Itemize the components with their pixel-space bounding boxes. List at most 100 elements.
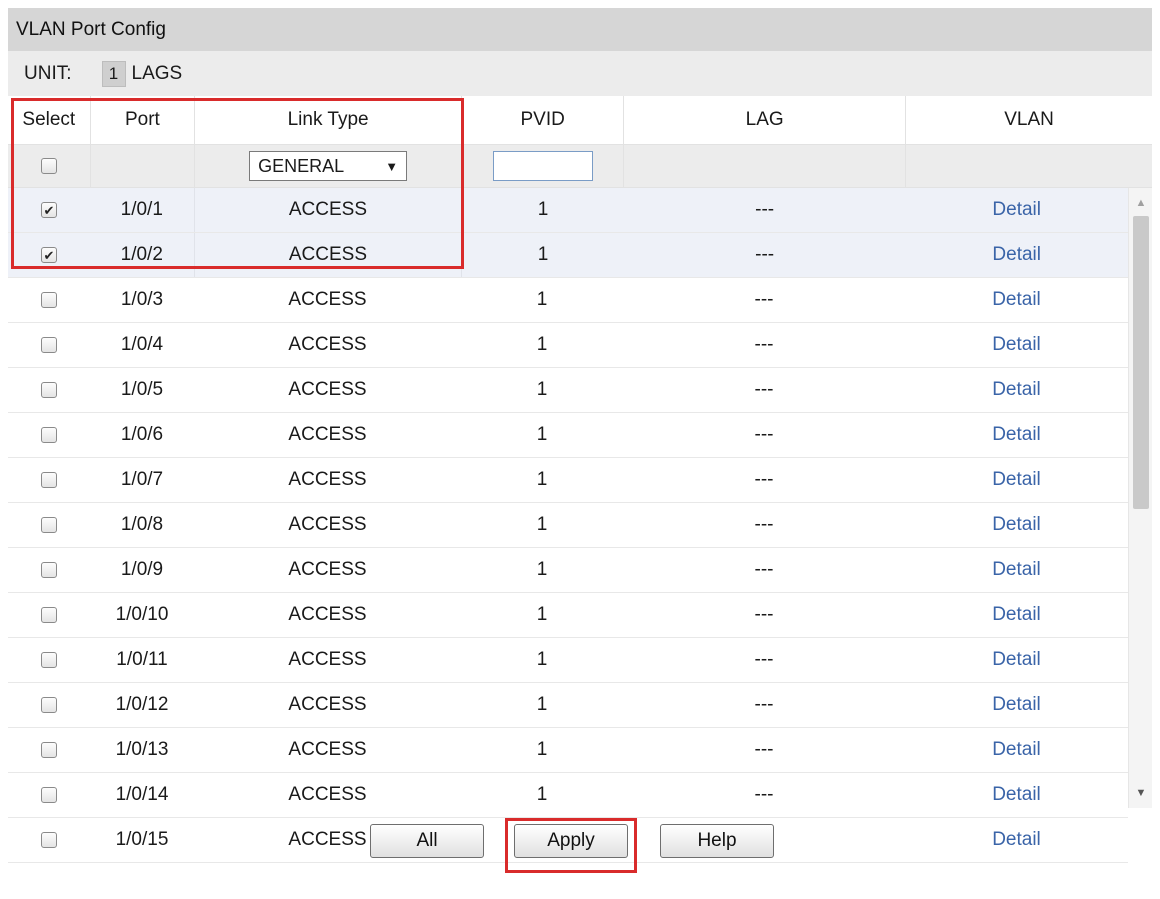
scroll-up-arrow-icon[interactable]: ▲: [1129, 192, 1153, 214]
lag-cell: ---: [754, 334, 774, 355]
row-checkbox[interactable]: [41, 697, 57, 713]
table-row: 1/0/13 ACCESS 1 --- Detail: [8, 728, 1128, 773]
filter-link-type-cell: GENERAL ▼: [195, 145, 463, 187]
pvid-cell: 1: [536, 379, 548, 400]
row-select-cell: [8, 413, 90, 457]
select-all-checkbox[interactable]: [40, 158, 57, 174]
vlan-detail-link[interactable]: Detail: [992, 379, 1041, 401]
help-button[interactable]: Help: [660, 824, 774, 858]
vlan-cell: Detail: [905, 278, 1128, 322]
table-row: 1/0/11 ACCESS 1 --- Detail: [8, 638, 1128, 683]
vlan-cell: Detail: [905, 683, 1128, 727]
row-checkbox[interactable]: [41, 562, 57, 578]
row-checkbox[interactable]: [41, 652, 57, 668]
vlan-detail-link[interactable]: Detail: [992, 469, 1041, 491]
port-cell: 1/0/14: [115, 784, 169, 805]
vlan-detail-link[interactable]: Detail: [992, 649, 1041, 671]
row-select-cell: [8, 458, 90, 502]
vlan-detail-link[interactable]: Detail: [992, 199, 1041, 221]
header-port: Port: [91, 96, 196, 144]
unit-label: UNIT:: [24, 62, 72, 84]
row-checkbox[interactable]: [41, 517, 57, 533]
row-checkbox[interactable]: [41, 427, 57, 443]
row-checkbox-checked[interactable]: ✔: [40, 202, 57, 218]
filter-port-cell: [91, 145, 196, 187]
filter-row: GENERAL ▼: [8, 145, 1152, 188]
vlan-detail-link[interactable]: Detail: [992, 694, 1041, 716]
row-select-cell: [8, 548, 90, 592]
row-select-cell: [8, 278, 90, 322]
row-checkbox-checked[interactable]: ✔: [40, 247, 57, 263]
port-cell: 1/0/8: [120, 514, 164, 535]
port-cell: 1/0/3: [120, 289, 164, 310]
vlan-detail-link[interactable]: Detail: [992, 784, 1041, 806]
table-header: Select Port Link Type PVID LAG VLAN: [8, 96, 1152, 145]
row-select-cell: ✔: [8, 188, 90, 232]
row-select-cell: ✔: [8, 233, 90, 277]
table-row: ✔ 1/0/1 ACCESS 1 --- Detail: [8, 188, 1128, 233]
apply-button[interactable]: Apply: [514, 824, 628, 858]
port-cell: 1/0/4: [120, 334, 164, 355]
link-type-cell: ACCESS: [288, 559, 367, 580]
vlan-cell: Detail: [905, 458, 1128, 502]
vlan-detail-link[interactable]: Detail: [992, 334, 1041, 356]
all-button[interactable]: All: [370, 824, 484, 858]
pvid-cell: 1: [536, 469, 548, 490]
vlan-cell: Detail: [905, 323, 1128, 367]
vlan-detail-link[interactable]: Detail: [992, 739, 1041, 761]
lags-link[interactable]: LAGS: [132, 63, 183, 85]
vlan-detail-link[interactable]: Detail: [992, 514, 1041, 536]
row-checkbox[interactable]: [41, 607, 57, 623]
table-row: 1/0/7 ACCESS 1 --- Detail: [8, 458, 1128, 503]
vlan-detail-link[interactable]: Detail: [992, 604, 1041, 626]
link-type-cell: ACCESS: [195, 233, 463, 277]
link-type-cell: ACCESS: [288, 604, 367, 625]
port-cell: 1/0/7: [120, 469, 164, 490]
vlan-detail-link[interactable]: Detail: [992, 244, 1041, 266]
row-checkbox[interactable]: [41, 742, 57, 758]
port-cell: 1/0/12: [115, 694, 169, 715]
port-cell: 1/0/2: [90, 233, 195, 277]
pvid-cell: 1: [537, 244, 549, 265]
pvid-cell: 1: [536, 289, 548, 310]
pvid-input[interactable]: [492, 151, 593, 181]
pvid-cell: 1: [536, 739, 548, 760]
lag-cell: ---: [754, 694, 774, 715]
scrollbar-thumb[interactable]: [1133, 216, 1149, 509]
row-select-cell: [8, 593, 90, 637]
link-type-select[interactable]: GENERAL ▼: [249, 151, 408, 181]
vlan-detail-link[interactable]: Detail: [992, 424, 1041, 446]
pvid-cell: 1: [536, 334, 548, 355]
filter-vlan-cell: [906, 145, 1152, 187]
select-all-cell: [8, 145, 91, 187]
vlan-detail-link[interactable]: Detail: [992, 559, 1041, 581]
row-select-cell: [8, 773, 90, 817]
port-cell: 1/0/9: [120, 559, 164, 580]
lag-cell: ---: [754, 514, 774, 535]
pvid-cell: 1: [536, 694, 548, 715]
filter-lag-cell: [624, 145, 907, 187]
vlan-port-config-panel: VLAN Port Config UNIT: 1 LAGS Select Por…: [8, 8, 1152, 863]
pvid-cell: 1: [536, 649, 548, 670]
unit-1-button[interactable]: 1: [101, 60, 126, 87]
link-type-cell: ACCESS: [288, 424, 367, 445]
vlan-detail-link[interactable]: Detail: [992, 289, 1041, 311]
row-checkbox[interactable]: [41, 292, 57, 308]
row-checkbox[interactable]: [41, 382, 57, 398]
row-select-cell: [8, 503, 90, 547]
link-type-cell: ACCESS: [288, 379, 367, 400]
link-type-select-value: GENERAL: [258, 155, 345, 176]
table-row: ✔ 1/0/2 ACCESS 1 --- Detail: [8, 233, 1128, 278]
link-type-cell: ACCESS: [288, 739, 367, 760]
unit-bar: UNIT: 1 LAGS: [8, 51, 1152, 96]
table-row: 1/0/5 ACCESS 1 --- Detail: [8, 368, 1128, 413]
row-checkbox[interactable]: [41, 472, 57, 488]
lag-cell: ---: [754, 649, 774, 670]
vlan-cell: Detail: [905, 593, 1128, 637]
lag-cell: ---: [754, 604, 774, 625]
row-checkbox[interactable]: [41, 337, 57, 353]
row-checkbox[interactable]: [41, 787, 57, 803]
scroll-down-arrow-icon[interactable]: ▼: [1129, 782, 1153, 804]
lag-cell: ---: [754, 784, 774, 805]
vertical-scrollbar[interactable]: ▲ ▼: [1128, 188, 1152, 808]
